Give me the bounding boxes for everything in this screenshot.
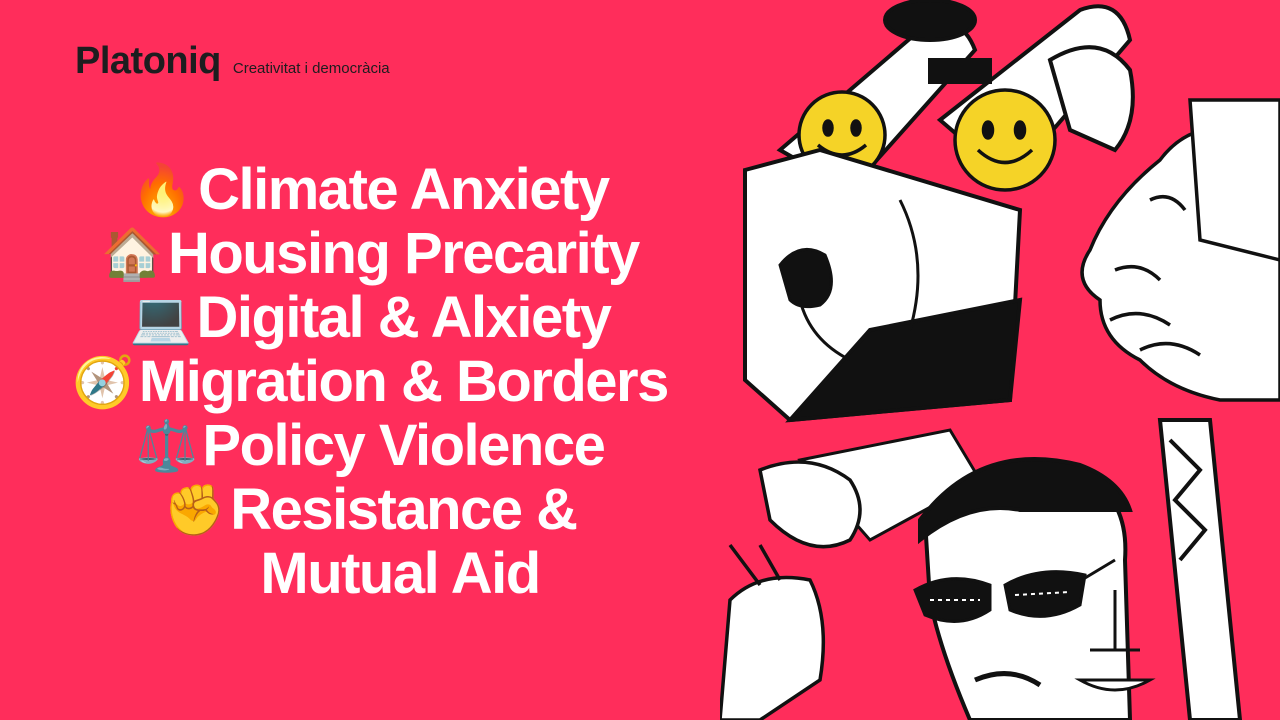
topic-housing-precarity: 🏠 Housing Precarity [0,222,740,286]
brand-logo: Platoniq [75,40,221,82]
fire-icon: 🔥 [131,162,193,218]
topic-climate-anxiety: 🔥 Climate Anxiety [0,158,740,222]
house-icon: 🏠 [101,226,163,282]
raised-fist-icon: ✊ [163,482,225,538]
topic-digital-alxiety: 💻 Digital & Alxiety [0,286,740,350]
topic-list: 🔥 Climate Anxiety 🏠 Housing Precarity 💻 … [0,158,740,606]
laptop-icon: 💻 [129,290,192,346]
topic-label: Mutual Aid [260,541,541,606]
topic-resistance: ✊ Resistance & [0,478,740,542]
topic-label: Migration & Borders [138,349,670,414]
compass-icon: 🧭 [72,354,134,410]
topic-label: Climate Anxiety [198,157,610,222]
brand-tagline: Creativitat i democràcia [232,60,390,77]
brand-header: Platoniq Creativitat i democràcia [75,40,390,83]
topic-label: Policy Violence [202,413,605,478]
topic-label: Digital & Alxiety [196,285,611,350]
topic-label: Housing Precarity [167,221,640,286]
topic-label: Resistance & [230,477,578,542]
topic-policy-violence: ⚖️ Policy Violence [0,414,740,478]
illustration [720,0,1280,720]
topic-mutual-aid: Mutual Aid [0,542,740,606]
scales-icon: ⚖️ [135,418,198,474]
topic-migration-borders: 🧭 Migration & Borders [0,350,740,414]
smiley-face-icon [953,88,1057,192]
